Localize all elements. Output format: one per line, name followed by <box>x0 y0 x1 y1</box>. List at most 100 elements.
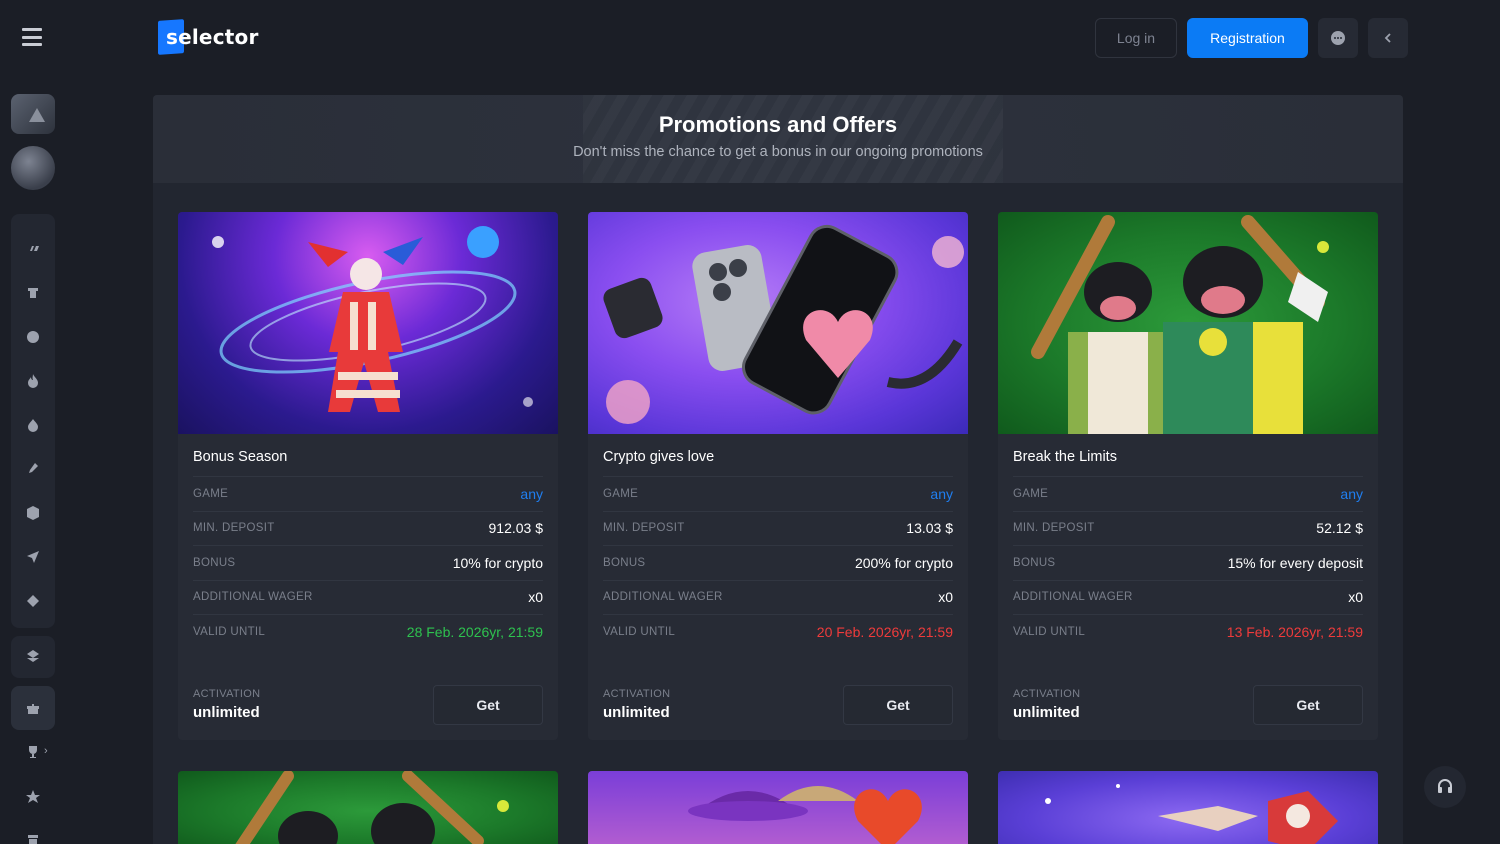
basketball-icon[interactable] <box>22 238 44 260</box>
flame-icon[interactable] <box>22 414 44 436</box>
logo-text: selector <box>166 25 259 49</box>
row-label: GAME <box>1013 487 1049 500</box>
promo-row-min-deposit: MIN. DEPOSIT 13.03 $ <box>603 510 953 546</box>
promo-row-bonus: BONUS 10% for crypto <box>193 545 543 580</box>
page-subtitle: Don't miss the chance to get a bonus in … <box>573 144 983 160</box>
promo-row-wager: ADDITIONAL WAGER x0 <box>1013 579 1363 615</box>
promo-card <box>178 771 558 844</box>
row-label: BONUS <box>603 556 646 569</box>
promo-card <box>588 771 968 844</box>
promo-card: Break the Limits GAME any MIN. DEPOSIT 52.… <box>998 212 1378 740</box>
row-label: VALID UNTIL <box>603 625 676 638</box>
promo-row-bonus: BONUS 15% for every deposit <box>1013 545 1363 580</box>
bonus-value: 200% for crypto <box>854 554 953 571</box>
activation-label: ACTIVATION <box>603 688 671 700</box>
get-button[interactable]: Get <box>433 685 543 725</box>
chat-button[interactable] <box>1318 18 1358 58</box>
star-icon[interactable] <box>22 786 44 808</box>
promo-row-game: GAME any <box>1013 476 1363 511</box>
row-label: GAME <box>193 487 229 500</box>
layers-icon[interactable] <box>22 645 44 667</box>
headset-icon <box>1438 779 1452 793</box>
promo-row-game: GAME any <box>603 476 953 511</box>
row-label: BONUS <box>193 556 236 569</box>
sidebar-game-thumbnail[interactable] <box>11 146 55 190</box>
row-label: VALID UNTIL <box>193 625 266 638</box>
row-label: ADDITIONAL WAGER <box>603 591 723 604</box>
activation-value: unlimited <box>1013 704 1080 721</box>
promo-image[interactable] <box>178 771 558 844</box>
get-button[interactable]: Get <box>843 685 953 725</box>
activation-label: ACTIVATION <box>193 688 261 700</box>
dice-icon[interactable] <box>22 502 44 524</box>
wager-value: x0 <box>1348 589 1363 606</box>
promo-image[interactable] <box>588 212 968 434</box>
wager-value: x0 <box>938 589 953 606</box>
promo-row-valid-until: VALID UNTIL 20 Feb. 2026yr, 21:59 <box>603 614 953 649</box>
row-label: ADDITIONAL WAGER <box>1013 591 1133 604</box>
promo-image[interactable] <box>588 771 968 844</box>
promo-row-wager: ADDITIONAL WAGER x0 <box>193 579 543 615</box>
get-button[interactable]: Get <box>1253 685 1363 725</box>
more-icon[interactable] <box>22 828 44 844</box>
trophy-icon[interactable] <box>22 741 44 763</box>
activation: ACTIVATION unlimited <box>1013 688 1080 721</box>
game-link[interactable]: any <box>1340 486 1363 502</box>
login-button[interactable]: Log in <box>1095 18 1177 58</box>
valid-until-value: 13 Feb. 2026yr, 21:59 <box>1226 623 1363 640</box>
collapse-button[interactable] <box>1368 18 1408 58</box>
page-title: Promotions and Offers <box>658 112 898 137</box>
sidebar-game-thumbnail[interactable] <box>11 94 55 134</box>
gift-icon[interactable] <box>22 697 44 719</box>
promo-row-valid-until: VALID UNTIL 13 Feb. 2026yr, 21:59 <box>1013 614 1363 649</box>
ticket-icon[interactable] <box>22 590 44 612</box>
hockey-icon[interactable] <box>22 458 44 480</box>
promo-title: Break the Limits <box>1013 449 1117 465</box>
game-link[interactable]: any <box>930 486 953 502</box>
valid-until-value: 20 Feb. 2026yr, 21:59 <box>816 623 953 640</box>
promo-row-valid-until: VALID UNTIL 28 Feb. 2026yr, 21:59 <box>193 614 543 649</box>
chat-icon <box>1331 31 1345 45</box>
promo-row-wager: ADDITIONAL WAGER x0 <box>603 579 953 615</box>
wager-value: x0 <box>528 589 543 606</box>
min-deposit-value: 52.12 $ <box>1316 520 1363 537</box>
registration-button[interactable]: Registration <box>1187 18 1308 58</box>
chevron-right-icon: › <box>44 745 48 757</box>
valid-until-value: 28 Feb. 2026yr, 21:59 <box>406 623 543 640</box>
row-label: ADDITIONAL WAGER <box>193 591 313 604</box>
row-label: MIN. DEPOSIT <box>603 522 685 535</box>
row-label: VALID UNTIL <box>1013 625 1086 638</box>
rocket-icon[interactable] <box>22 546 44 568</box>
min-deposit-value: 912.03 $ <box>488 520 544 537</box>
game-link[interactable]: any <box>520 486 543 502</box>
activation-label: ACTIVATION <box>1013 688 1081 700</box>
promo-row-bonus: BONUS 200% for crypto <box>603 545 953 580</box>
row-label: GAME <box>603 487 639 500</box>
activation-value: unlimited <box>193 704 260 721</box>
promo-title: Crypto gives love <box>603 449 715 465</box>
activation: ACTIVATION unlimited <box>603 688 670 721</box>
promo-row-min-deposit: MIN. DEPOSIT 912.03 $ <box>193 510 544 546</box>
sidebar: › <box>0 0 66 844</box>
activation-value: unlimited <box>603 704 670 721</box>
row-label: MIN. DEPOSIT <box>193 522 275 535</box>
promo-image[interactable] <box>998 212 1378 434</box>
promo-title: Bonus Season <box>193 449 288 465</box>
promo-card: Crypto gives love GAME any MIN. DEPOSIT 13… <box>588 212 968 740</box>
tennis-icon[interactable] <box>22 326 44 348</box>
min-deposit-value: 13.03 $ <box>906 520 953 537</box>
row-label: BONUS <box>1013 556 1056 569</box>
promo-row-game: GAME any <box>193 476 543 511</box>
promo-image[interactable] <box>178 212 558 434</box>
promo-image[interactable] <box>998 771 1378 844</box>
bonus-value: 15% for every deposit <box>1227 554 1363 571</box>
bonus-value: 10% for crypto <box>452 554 543 571</box>
support-button[interactable] <box>1424 766 1466 808</box>
promo-row-min-deposit: MIN. DEPOSIT 52.12 $ <box>1013 510 1363 546</box>
fire-icon[interactable] <box>22 370 44 392</box>
soccer-icon[interactable] <box>22 282 44 304</box>
chevron-left-icon <box>1384 33 1391 43</box>
promo-card <box>998 771 1378 844</box>
menu-icon[interactable] <box>22 28 42 46</box>
logo[interactable]: selector <box>158 18 258 56</box>
